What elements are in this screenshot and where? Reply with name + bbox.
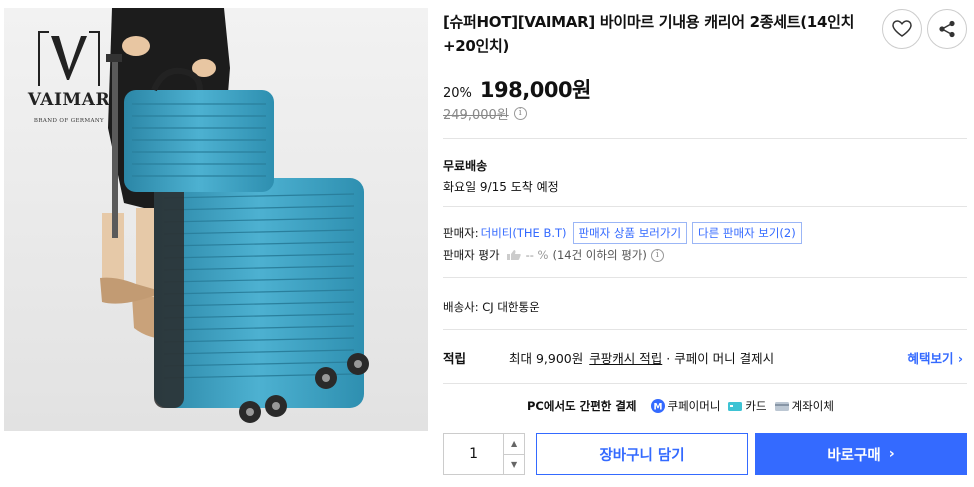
heart-icon xyxy=(892,20,912,37)
svg-text:M: M xyxy=(653,403,662,413)
add-to-cart-button[interactable]: 장바구니 담기 xyxy=(536,433,748,475)
payment-method-label: 쿠페이머니 xyxy=(667,399,721,413)
reward-label: 적립 xyxy=(443,351,467,366)
chevron-down-icon[interactable]: ▼ xyxy=(504,455,524,475)
payment-methods-row: PC에서도 간편한 결제 M 쿠페이머니 카드 계좌이체 xyxy=(527,398,834,414)
quantity-buttons: ▲ ▼ xyxy=(503,434,524,474)
chevron-right-icon: › xyxy=(888,446,895,462)
divider xyxy=(443,206,967,207)
reward-row: 적립 최대 9,900원 쿠팡캐시 적립 · 쿠페이 머니 결제시 혜택보기 › xyxy=(443,348,967,367)
payment-card[interactable]: 카드 xyxy=(728,398,767,414)
arrival-date: 화요일 9/15 도착 예정 xyxy=(443,180,559,194)
logo-tagline: BRAND OF GERMANY xyxy=(33,118,105,124)
seller-label: 판매자: xyxy=(443,226,479,240)
buy-now-button[interactable]: 바로구매 › xyxy=(755,433,967,475)
favorite-button[interactable] xyxy=(882,9,922,49)
vaimar-logo: VAIMAR BRAND OF GERMANY xyxy=(20,30,118,124)
seller-name-link[interactable]: 더비티(THE B.T) xyxy=(481,225,567,241)
divider xyxy=(443,383,967,384)
share-icon xyxy=(939,20,955,38)
product-title: [슈퍼HOT][VAIMAR] 바이마르 기내용 캐리어 2종세트(14인치+2… xyxy=(443,13,855,55)
reward-condition: · 쿠페이 머니 결제시 xyxy=(666,351,775,366)
quantity-stepper[interactable]: 1 ▲ ▼ xyxy=(443,433,525,475)
shipping-title: 무료배송 xyxy=(443,159,488,173)
info-icon[interactable]: i xyxy=(650,248,664,262)
seller-rating-row: 판매자 평가 -- % (14건 이하의 평가) i xyxy=(443,247,664,263)
payment-method-label: 카드 xyxy=(745,399,767,413)
info-icon[interactable]: i xyxy=(513,107,527,120)
carrier: 배송사: CJ 대한통운 xyxy=(443,300,540,314)
rating-value: -- % xyxy=(525,248,549,262)
divider xyxy=(443,277,967,278)
rating-count: (14건 이하의 평가) xyxy=(552,248,647,262)
chevron-up-icon[interactable]: ▲ xyxy=(504,434,524,455)
seller-row: 판매자: 더비티(THE B.T) 판매자 상품 보러가기 다른 판매자 보기(… xyxy=(443,222,807,244)
quantity-input[interactable]: 1 xyxy=(444,434,503,474)
card-icon xyxy=(728,401,743,411)
divider xyxy=(443,329,967,330)
other-sellers-button[interactable]: 다른 판매자 보기(2) xyxy=(692,222,802,244)
thumb-icon xyxy=(506,250,521,260)
buy-now-label: 바로구매 xyxy=(827,447,881,464)
payment-coupay-money[interactable]: M 쿠페이머니 xyxy=(650,398,721,414)
payment-label: PC에서도 간편한 결제 xyxy=(527,399,637,413)
coupang-cash-link[interactable]: 쿠팡캐시 적립 xyxy=(589,348,662,367)
logo-emblem xyxy=(37,30,101,88)
sale-price: 198,000원 xyxy=(479,78,591,102)
original-price-row: 249,000원 i xyxy=(443,104,527,123)
benefits-link[interactable]: 혜택보기 › xyxy=(907,348,963,367)
view-seller-products-button[interactable]: 판매자 상품 보러가기 xyxy=(572,222,688,244)
original-price: 249,000원 xyxy=(443,108,509,123)
coupay-icon: M xyxy=(650,399,665,413)
product-image[interactable]: VAIMAR BRAND OF GERMANY xyxy=(4,8,428,431)
payment-bank-transfer[interactable]: 계좌이체 xyxy=(774,398,834,414)
reward-amount: 최대 9,900원 xyxy=(509,351,584,366)
bank-icon xyxy=(774,401,789,411)
rating-label: 판매자 평가 xyxy=(443,248,500,262)
price-row: 20% 198,000원 xyxy=(443,74,591,104)
logo-brand: VAIMAR xyxy=(27,90,111,110)
discount-rate: 20% xyxy=(443,86,472,101)
divider xyxy=(443,138,967,139)
payment-method-label: 계좌이체 xyxy=(791,399,834,413)
share-button[interactable] xyxy=(927,9,967,49)
